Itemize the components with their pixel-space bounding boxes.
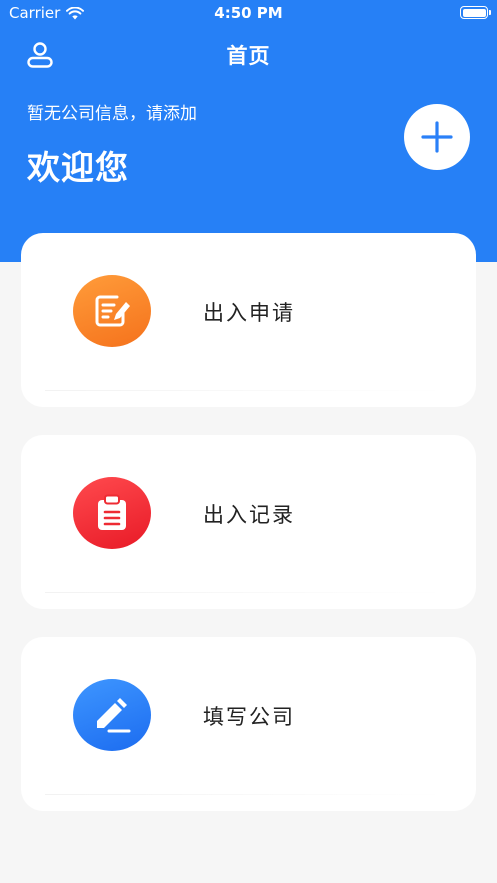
menu-label-records: 出入记录 <box>203 503 295 527</box>
pen-write-icon <box>73 679 151 751</box>
card-divider <box>45 390 452 391</box>
menu-card-apply[interactable]: 出入申请 <box>21 233 476 407</box>
company-info-note: 暂无公司信息，请添加 <box>27 104 197 124</box>
edit-document-icon <box>73 275 151 347</box>
status-bar: Carrier 4:50 PM <box>0 0 497 26</box>
plus-icon <box>421 121 453 153</box>
add-company-button[interactable] <box>404 104 470 170</box>
battery-icon <box>460 6 491 19</box>
menu-label-apply: 出入申请 <box>203 301 295 325</box>
menu-card-company[interactable]: 填写公司 <box>21 637 476 811</box>
status-time: 4:50 PM <box>214 4 283 22</box>
menu-card-records[interactable]: 出入记录 <box>21 435 476 609</box>
clipboard-icon <box>73 477 151 549</box>
nav-bar: 首页 <box>0 26 497 82</box>
menu-label-company: 填写公司 <box>203 705 295 729</box>
welcome-text: 欢迎您 <box>27 148 129 187</box>
card-divider <box>45 592 452 593</box>
card-divider <box>45 794 452 795</box>
page-title: 首页 <box>226 44 271 68</box>
